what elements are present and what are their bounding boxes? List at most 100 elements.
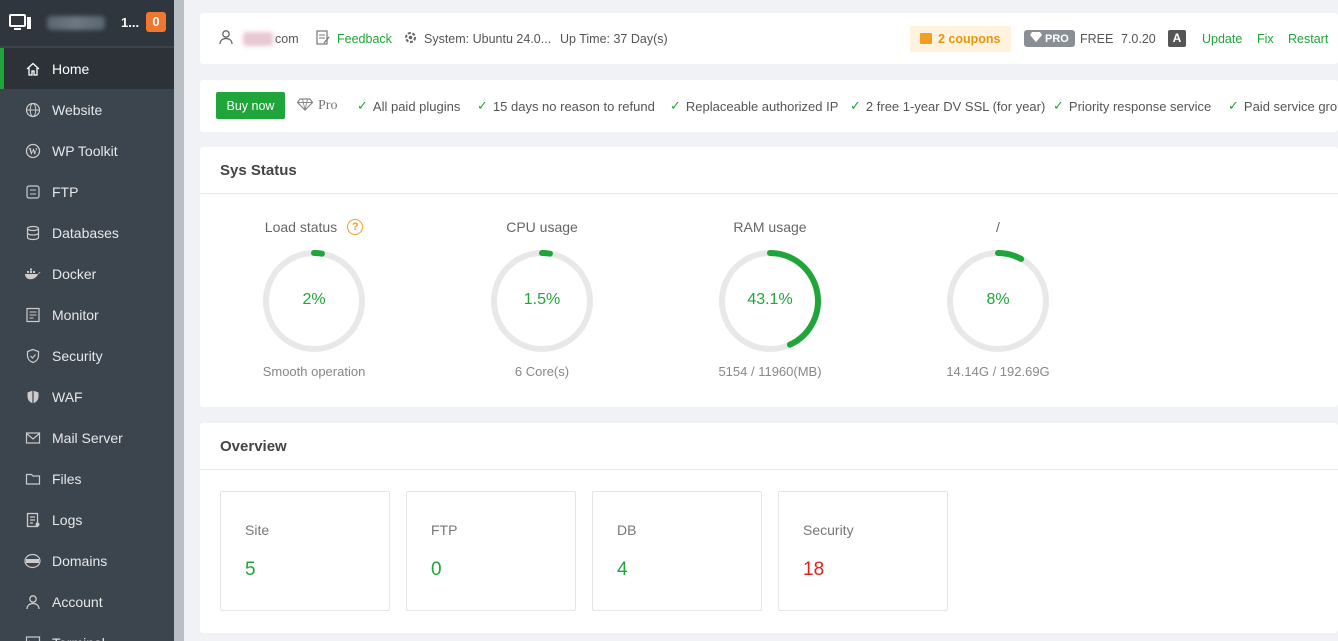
fix-link[interactable]: Fix xyxy=(1257,13,1274,64)
uptime: Up Time: 37 Day(s) xyxy=(560,13,668,64)
globe-icon xyxy=(24,101,41,118)
shield-icon xyxy=(24,347,41,364)
free-label: FREE xyxy=(1080,31,1114,46)
check-icon: ✓ xyxy=(670,98,681,113)
server-name[interactable]: 1... xyxy=(47,14,139,32)
overview-panel: Overview Site 5 FTP 0 DB 4 Security 18 xyxy=(200,423,1338,633)
sidebar-item-monitor[interactable]: Monitor xyxy=(0,294,174,335)
sidebar-item-mail-server[interactable]: Mail Server xyxy=(0,417,174,458)
sidebar-item-label: Databases xyxy=(52,224,119,241)
overview-card-ftp[interactable]: FTP 0 xyxy=(406,491,576,611)
user-account[interactable]: com xyxy=(218,13,299,64)
diamond-icon xyxy=(296,98,314,114)
sidebar-item-label: Docker xyxy=(52,265,97,282)
version-label: 7.0.20 xyxy=(1121,31,1156,46)
system-info: System: Ubuntu 24.0... xyxy=(403,13,551,64)
gauge-value: 43.1% xyxy=(747,291,793,308)
sidebar-item-logs[interactable]: Logs xyxy=(0,499,174,540)
sidebar-item-label: Monitor xyxy=(52,306,99,323)
overview-card-db[interactable]: DB 4 xyxy=(592,491,762,611)
system-label: System: Ubuntu 24.0... xyxy=(424,31,552,46)
gauge-title: CPU usage xyxy=(462,219,622,235)
language-button[interactable]: A xyxy=(1168,13,1186,64)
benefit-item: ✓ Paid service grou xyxy=(1228,80,1338,132)
benefit-item: ✓ 15 days no reason to refund xyxy=(477,80,655,132)
check-icon: ✓ xyxy=(1053,98,1064,113)
overview-card-value[interactable]: 18 xyxy=(803,559,824,581)
top-bar: com Feedback System: Ubuntu 24.0... Up T… xyxy=(200,13,1338,64)
sidebar-header: 1... 0 xyxy=(0,0,174,46)
sidebar-item-label: Terminal xyxy=(52,635,105,641)
svg-text:W: W xyxy=(28,146,37,156)
check-icon: ✓ xyxy=(850,98,861,113)
benefit-item: ✓ Priority response service xyxy=(1053,80,1211,132)
system-gear-icon xyxy=(403,30,418,48)
benefit-label: All paid plugins xyxy=(372,98,461,114)
overview-card-value[interactable]: 4 xyxy=(617,559,628,581)
sidebar-item-label: FTP xyxy=(52,183,79,200)
check-icon: ✓ xyxy=(1228,98,1239,113)
gauge-value: 8% xyxy=(986,291,1010,308)
ftp-icon xyxy=(24,183,41,200)
overview-card-label: FTP xyxy=(431,522,458,538)
sys-status-panel: Sys Status Load status? 2% Smooth operatio… xyxy=(200,147,1338,407)
benefit-label: Replaceable authorized IP xyxy=(685,98,839,114)
gauge-title-label: Load status xyxy=(264,219,338,235)
overview-card-value[interactable]: 5 xyxy=(245,559,256,581)
sidebar-item-waf[interactable]: WAF xyxy=(0,376,174,417)
gauge-title-label: CPU usage xyxy=(506,219,578,235)
sidebar-item-docker[interactable]: Docker xyxy=(0,253,174,294)
pro-badge[interactable]: PRO xyxy=(1024,13,1075,64)
overview-card-security[interactable]: Security 18 xyxy=(778,491,948,611)
gauge-subtitle: 5154 / 11960(MB) xyxy=(718,364,822,379)
benefit-item: ✓ All paid plugins xyxy=(357,80,460,132)
logs-icon xyxy=(24,511,41,528)
gauge-title-label: RAM usage xyxy=(733,219,807,235)
server-name-redacted xyxy=(47,16,105,30)
sidebar-item-domains[interactable]: Domains xyxy=(0,540,174,581)
notification-badge[interactable]: 0 xyxy=(146,12,166,32)
domains-icon xyxy=(24,552,41,569)
feedback-label: Feedback xyxy=(337,31,392,46)
server-monitor-icon xyxy=(9,13,33,33)
sys-status-title: Sys Status xyxy=(200,147,1338,194)
feedback-link[interactable]: Feedback xyxy=(316,13,392,64)
update-link[interactable]: Update xyxy=(1202,13,1242,64)
wordpress-icon: W xyxy=(24,142,41,159)
buy-now-button[interactable]: Buy now xyxy=(216,92,285,119)
coupons-button[interactable]: 2 coupons xyxy=(910,13,1011,64)
restart-link[interactable]: Restart xyxy=(1288,13,1328,64)
pro-label: PRO xyxy=(1045,32,1069,45)
database-icon xyxy=(24,224,41,241)
sidebar-item-wp-toolkit[interactable]: W WP Toolkit xyxy=(0,130,174,171)
gauge-title-label: / xyxy=(996,219,1000,235)
help-icon[interactable]: ? xyxy=(347,219,364,235)
sidebar-item-terminal[interactable]: Terminal xyxy=(0,622,174,641)
gauge-value: 2% xyxy=(302,291,326,308)
benefit-item: ✓ 2 free 1-year DV SSL (for year) xyxy=(850,80,1045,132)
sidebar-divider xyxy=(174,0,184,641)
coupon-icon xyxy=(920,33,932,44)
sidebar-item-account[interactable]: Account xyxy=(0,581,174,622)
sidebar-item-databases[interactable]: Databases xyxy=(0,212,174,253)
sidebar: 1... 0 Home Website W WP Toolkit FTP Database… xyxy=(0,0,174,641)
gauge-title: / xyxy=(918,219,1078,235)
gauge-title: Load status? xyxy=(234,219,394,235)
home-icon xyxy=(24,60,41,77)
sidebar-item-security[interactable]: Security xyxy=(0,335,174,376)
sidebar-item-label: WP Toolkit xyxy=(52,142,118,159)
feedback-icon xyxy=(316,29,330,48)
sidebar-item-files[interactable]: Files xyxy=(0,458,174,499)
waf-shield-icon xyxy=(24,388,41,405)
overview-card-site[interactable]: Site 5 xyxy=(220,491,390,611)
sidebar-item-label: Files xyxy=(52,470,82,487)
coupons-label: 2 coupons xyxy=(938,31,1001,46)
user-email-suffix: com xyxy=(275,31,299,46)
gauge-subtitle: Smooth operation xyxy=(262,364,366,379)
sidebar-item-website[interactable]: Website xyxy=(0,89,174,130)
sidebar-item-home[interactable]: Home xyxy=(0,48,174,89)
sidebar-item-label: Logs xyxy=(52,511,83,528)
overview-card-value[interactable]: 0 xyxy=(431,559,442,581)
pro-label-group: Pro xyxy=(296,80,337,132)
sidebar-item-ftp[interactable]: FTP xyxy=(0,171,174,212)
